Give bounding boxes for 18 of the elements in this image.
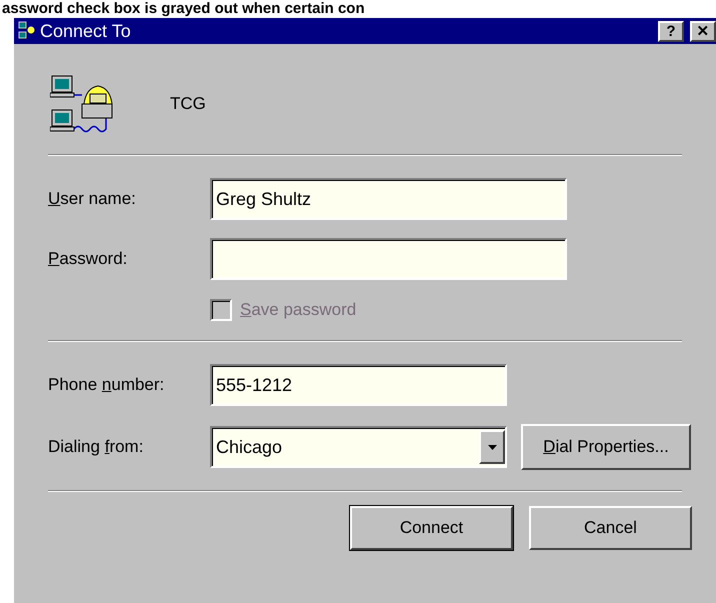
connection-icon: [18, 21, 36, 41]
connect-button[interactable]: Connect: [350, 506, 513, 550]
dial-properties-button[interactable]: Dial Properties...: [521, 424, 691, 470]
close-button[interactable]: ✕: [690, 20, 716, 42]
connection-name: TCG: [170, 93, 206, 116]
dialing-from-label: Dialing from:: [48, 436, 144, 458]
save-password-label: Save password: [240, 299, 356, 322]
password-label: Password:: [48, 248, 128, 270]
user-name-label: User name:: [48, 188, 137, 210]
help-button[interactable]: ?: [658, 20, 684, 42]
dialing-from-dropdown[interactable]: Chicago: [210, 426, 507, 468]
phone-number-field[interactable]: 555-1212: [210, 364, 507, 406]
caption: assword check box is grayed out when certain con: [2, 0, 366, 18]
password-field[interactable]: [210, 238, 567, 280]
user-name-field[interactable]: Greg Shultz: [210, 178, 567, 220]
window-title: Connect To: [40, 20, 131, 42]
cancel-button[interactable]: Cancel: [529, 506, 692, 550]
phone-number-label: Phone number:: [48, 374, 166, 396]
